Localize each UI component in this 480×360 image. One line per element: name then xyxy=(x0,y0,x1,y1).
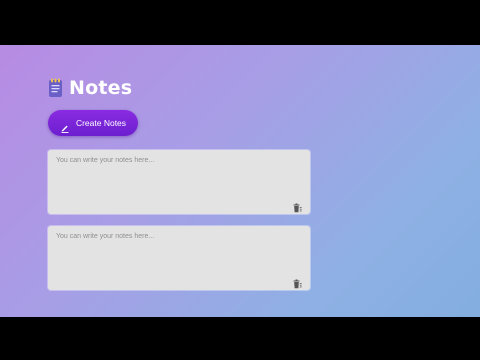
trash-icon[interactable] xyxy=(292,274,302,289)
page-title: Notes xyxy=(69,77,133,99)
create-notes-button[interactable]: Create Notes xyxy=(48,110,138,136)
notes-app: Notes Create Notes You can write your no… xyxy=(0,45,480,317)
pencil-icon xyxy=(60,118,70,133)
page-heading: Notes xyxy=(48,76,132,100)
notepad-icon xyxy=(48,78,63,98)
note-text-input[interactable]: You can write your notes here... xyxy=(56,157,154,164)
note-card[interactable]: You can write your notes here... xyxy=(48,150,310,214)
create-notes-label: Create Notes xyxy=(75,118,127,128)
note-text-input[interactable]: You can write your notes here... xyxy=(56,233,154,240)
trash-icon[interactable] xyxy=(292,198,302,213)
note-card[interactable]: You can write your notes here... xyxy=(48,226,310,290)
video-letterbox-top xyxy=(0,0,480,45)
video-letterbox-bottom xyxy=(0,317,480,360)
